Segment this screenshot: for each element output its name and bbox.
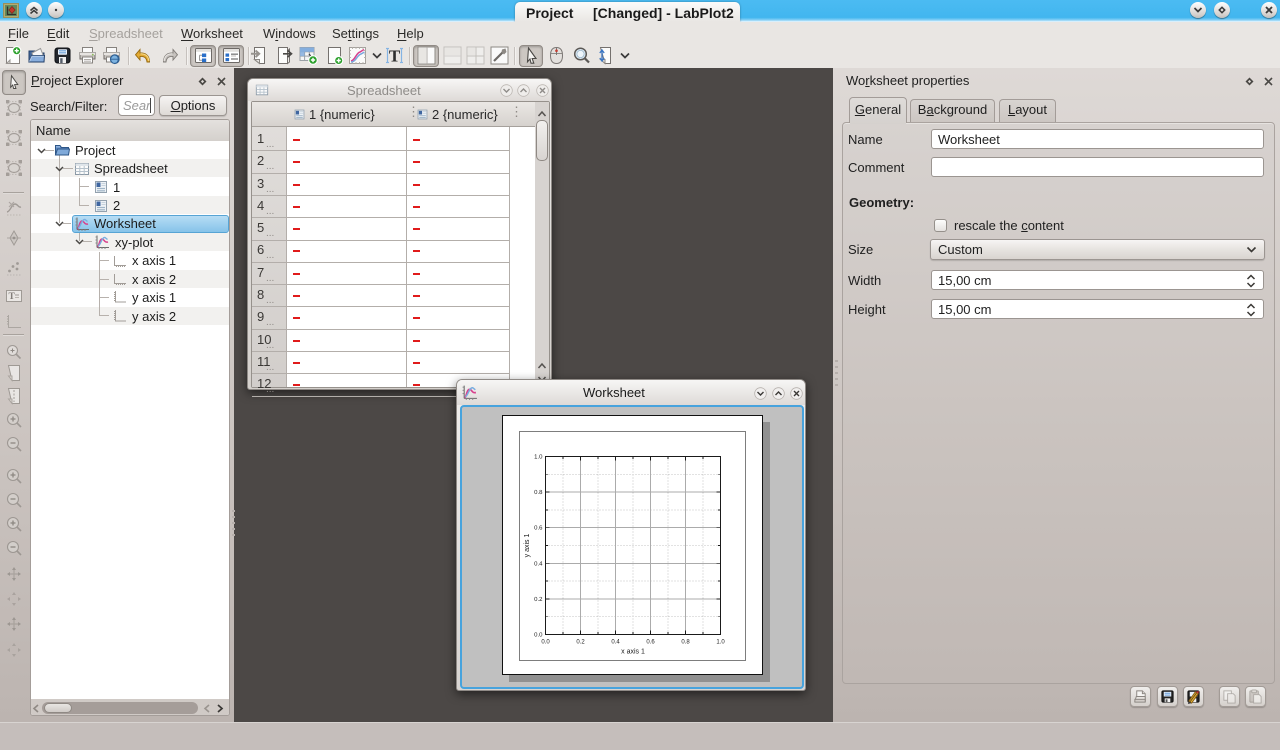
svg-text:0.2: 0.2 <box>576 640 585 646</box>
svg-text:0.8: 0.8 <box>681 640 690 646</box>
svg-text:0.2: 0.2 <box>534 596 543 603</box>
svg-text:x axis 1: x axis 1 <box>621 649 645 656</box>
svg-text:0.0: 0.0 <box>534 632 543 639</box>
svg-text:1.0: 1.0 <box>534 454 543 461</box>
svg-text:0.6: 0.6 <box>646 640 655 646</box>
svg-text:1.0: 1.0 <box>716 640 725 646</box>
svg-text:T: T <box>389 47 401 66</box>
svg-text:0.0: 0.0 <box>541 640 550 646</box>
svg-text:y axis 1: y axis 1 <box>524 534 531 558</box>
svg-text:0.8: 0.8 <box>534 489 543 496</box>
svg-text:T: T <box>9 292 16 302</box>
svg-text:0.4: 0.4 <box>534 560 543 567</box>
svg-text:0.4: 0.4 <box>611 640 620 646</box>
svg-text:0.6: 0.6 <box>534 525 543 532</box>
